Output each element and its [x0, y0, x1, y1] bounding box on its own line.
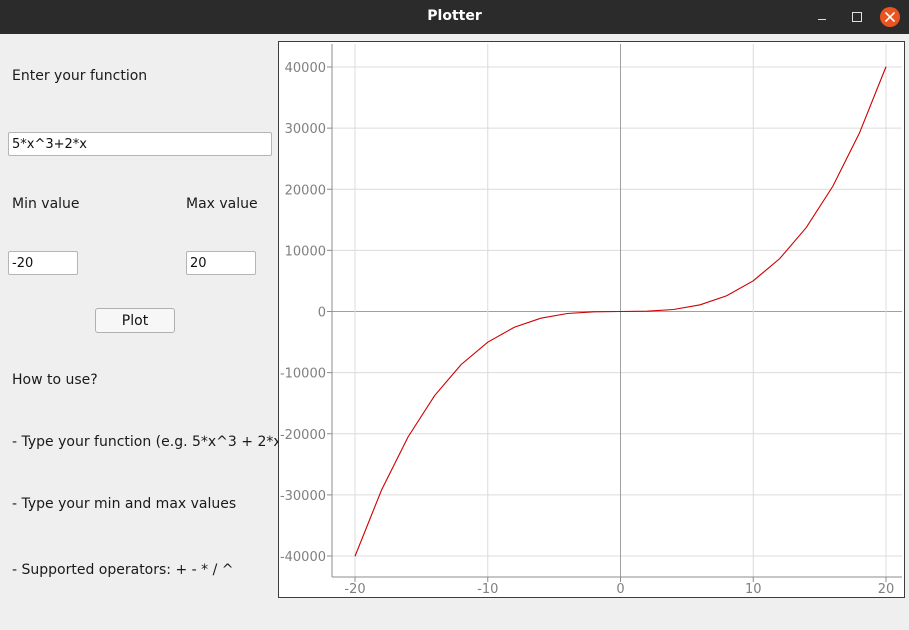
- minimize-icon[interactable]: [812, 7, 832, 27]
- x-tick-label: -10: [477, 582, 498, 597]
- y-tick-label: 30000: [285, 122, 326, 137]
- help-line-range: - Type your min and max values: [12, 496, 237, 512]
- y-tick-label: 10000: [285, 244, 326, 259]
- max-value-input[interactable]: [186, 251, 256, 275]
- y-tick-label: 0: [318, 306, 326, 321]
- help-line-function: - Type your function (e.g. 5*x^3 + 2*x): [12, 434, 288, 450]
- plot-area: 40000 30000 20000 10000 0 -10000 -20000 -30000 -…: [278, 41, 905, 598]
- function-input[interactable]: [8, 132, 272, 156]
- function-label: Enter your function: [12, 68, 148, 84]
- max-value-label: Max value: [186, 196, 258, 212]
- help-heading: How to use?: [12, 372, 98, 388]
- x-tick-label: 10: [745, 582, 762, 597]
- function-chart: 40000 30000 20000 10000 0 -10000 -20000 -30000 -…: [280, 44, 902, 597]
- close-glyph: [885, 12, 895, 22]
- y-tick-label: -30000: [280, 489, 326, 504]
- y-tick-label: -40000: [280, 550, 326, 565]
- x-tick-label: -20: [344, 582, 365, 597]
- y-tick-label: -10000: [280, 367, 326, 382]
- plot-button[interactable]: Plot: [95, 308, 175, 333]
- maximize-icon[interactable]: [846, 7, 866, 27]
- close-icon[interactable]: [880, 7, 900, 27]
- x-tick-label: 0: [616, 582, 624, 597]
- window-title: Plotter: [427, 8, 482, 24]
- title-bar: Plotter: [0, 0, 909, 34]
- x-tick-label: 20: [878, 582, 895, 597]
- y-tick-label: -20000: [280, 428, 326, 443]
- min-value-input[interactable]: [8, 251, 78, 275]
- y-tick-label: 20000: [285, 183, 326, 198]
- min-value-label: Min value: [12, 196, 80, 212]
- y-tick-label: 40000: [285, 61, 326, 76]
- help-line-operators: - Supported operators: + - * / ^: [12, 562, 234, 578]
